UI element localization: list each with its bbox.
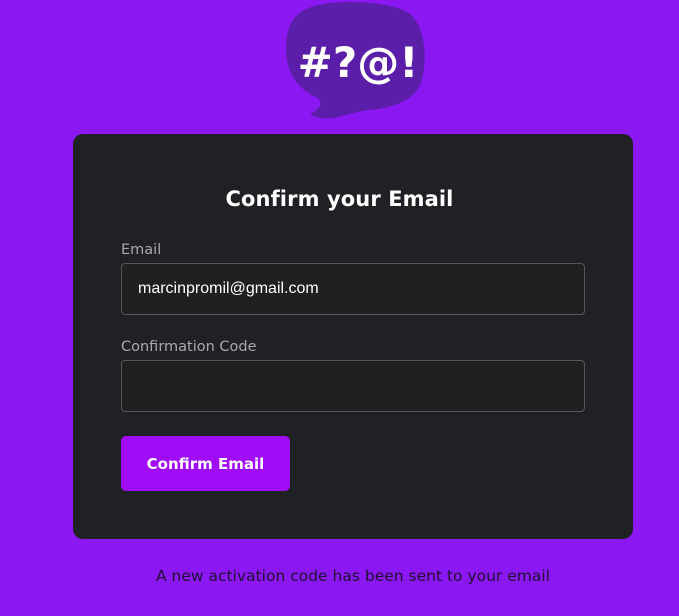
speech-bubble-logo-icon: #?@! xyxy=(286,2,425,119)
app-logo: #?@! xyxy=(282,2,428,120)
email-field[interactable] xyxy=(121,263,585,315)
logo-text: #?@! xyxy=(298,38,419,87)
confirmation-code-field[interactable] xyxy=(121,360,585,412)
confirm-email-button[interactable]: Confirm Email xyxy=(121,436,290,491)
confirmation-code-label: Confirmation Code xyxy=(121,339,257,355)
page-title: Confirm your Email xyxy=(225,187,454,211)
email-label: Email xyxy=(121,242,162,258)
activation-code-message: A new activation code has been sent to y… xyxy=(156,567,550,585)
